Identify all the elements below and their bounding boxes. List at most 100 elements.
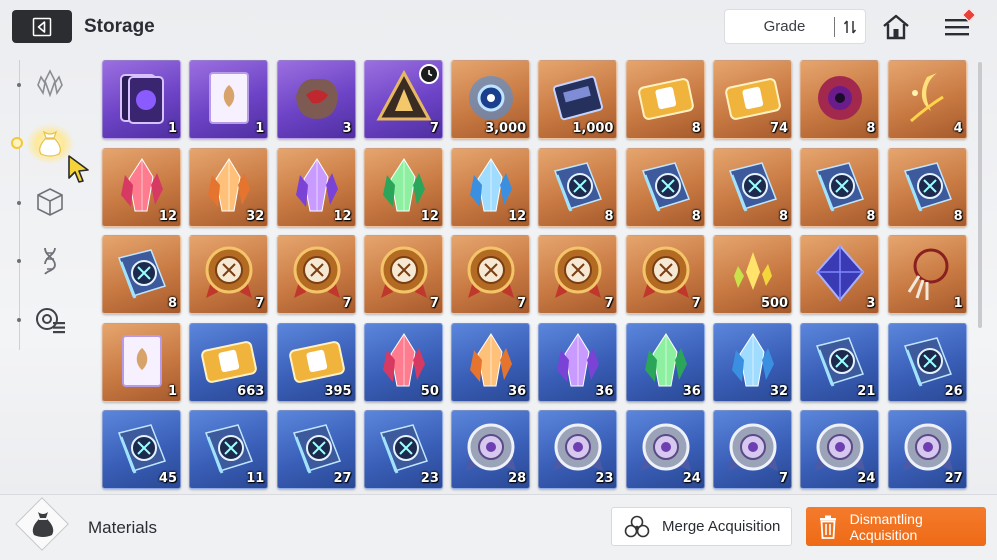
item-slot[interactable]: 45 bbox=[102, 410, 181, 489]
item-quantity: 12 bbox=[508, 208, 527, 224]
green-crystal-icon bbox=[635, 330, 697, 392]
item-slot[interactable]: 36 bbox=[538, 322, 618, 402]
item-slot[interactable]: 27 bbox=[276, 410, 356, 489]
sidebar-item-crystals[interactable] bbox=[31, 64, 69, 102]
item-slot[interactable]: 24 bbox=[800, 410, 880, 489]
item-slot[interactable]: 4 bbox=[887, 60, 967, 139]
item-slot[interactable]: 7 bbox=[189, 235, 269, 314]
silver-medal-icon bbox=[460, 417, 522, 479]
skill-book-icon bbox=[373, 417, 435, 479]
item-slot[interactable]: 23 bbox=[538, 410, 618, 489]
item-slot[interactable]: 74 bbox=[713, 60, 793, 139]
green-crystal-icon bbox=[373, 155, 435, 217]
item-slot[interactable]: 7 bbox=[363, 235, 443, 314]
sidebar-item-equipment[interactable] bbox=[31, 301, 69, 339]
item-slot[interactable]: 28 bbox=[451, 410, 531, 489]
grade-sort-button[interactable]: Grade bbox=[724, 9, 866, 44]
item-slot[interactable]: 32 bbox=[189, 147, 269, 227]
item-slot[interactable]: 7 bbox=[713, 410, 793, 489]
sidebar-item-cubes[interactable] bbox=[31, 183, 69, 221]
menu-button[interactable] bbox=[940, 7, 977, 44]
grade-sort-label: Grade bbox=[763, 18, 806, 35]
item-slot[interactable]: 36 bbox=[451, 322, 531, 402]
item-slot[interactable]: 8 bbox=[538, 147, 618, 227]
item-quantity: 28 bbox=[508, 471, 527, 486]
item-slot[interactable]: 12 bbox=[276, 147, 356, 227]
item-quantity: 7 bbox=[429, 296, 439, 311]
item-slot[interactable]: 8 bbox=[625, 147, 705, 227]
dismantling-acquisition-button[interactable]: Dismantling Acquisition bbox=[806, 507, 986, 546]
item-slot[interactable]: 8 bbox=[800, 60, 880, 139]
item-slot[interactable]: 8 bbox=[102, 235, 181, 314]
item-quantity: 8 bbox=[167, 296, 177, 311]
red-crystal-icon bbox=[373, 330, 435, 392]
medal-icon bbox=[635, 242, 697, 304]
home-button[interactable] bbox=[880, 11, 912, 43]
item-slot[interactable]: 663 bbox=[189, 322, 269, 402]
trash-icon bbox=[806, 515, 850, 539]
item-slot[interactable]: 1 bbox=[102, 60, 181, 139]
dismantling-acquisition-label: Dismantling Acquisition bbox=[849, 510, 923, 543]
item-quantity: 12 bbox=[158, 208, 177, 224]
item-slot[interactable]: 7 bbox=[451, 235, 531, 314]
item-slot[interactable]: 50 bbox=[363, 322, 443, 402]
sidebar-item-genes[interactable] bbox=[31, 242, 69, 280]
clock-icon bbox=[418, 64, 439, 84]
manual-icon bbox=[111, 330, 173, 392]
item-slot[interactable]: 32 bbox=[713, 322, 793, 402]
item-slot[interactable]: 26 bbox=[887, 322, 967, 402]
item-slot[interactable]: 1,000 bbox=[538, 60, 618, 139]
item-slot[interactable]: 1 bbox=[189, 60, 269, 139]
orange-crystal-icon bbox=[198, 155, 260, 217]
item-quantity: 1 bbox=[255, 121, 265, 136]
item-slot[interactable]: 1 bbox=[102, 322, 181, 402]
item-slot[interactable]: 12 bbox=[451, 147, 531, 227]
item-slot[interactable]: 7 bbox=[363, 60, 443, 139]
sidebar-track bbox=[19, 60, 20, 350]
item-slot[interactable]: 1 bbox=[887, 235, 967, 314]
item-quantity: 23 bbox=[595, 471, 614, 486]
silver-medal-icon bbox=[897, 417, 959, 479]
merge-acquisition-button[interactable]: Merge Acquisition bbox=[611, 507, 792, 546]
item-quantity: 8 bbox=[953, 208, 963, 224]
item-slot[interactable]: 12 bbox=[363, 147, 443, 227]
sort-order-icon[interactable] bbox=[835, 19, 865, 35]
item-slot[interactable]: 500 bbox=[713, 235, 793, 314]
skill-book-icon bbox=[809, 330, 871, 392]
item-slot[interactable]: 8 bbox=[800, 147, 880, 227]
item-slot[interactable]: 36 bbox=[625, 322, 705, 402]
item-slot[interactable]: 11 bbox=[189, 410, 269, 489]
sidebar-item-materials[interactable] bbox=[31, 124, 69, 162]
item-slot[interactable]: 3 bbox=[276, 60, 356, 139]
crystal-icon bbox=[37, 69, 63, 98]
item-slot[interactable]: 7 bbox=[625, 235, 705, 314]
item-slot[interactable]: 24 bbox=[625, 410, 705, 489]
item-slot[interactable]: 3,000 bbox=[451, 60, 531, 139]
back-button[interactable] bbox=[12, 10, 72, 43]
item-slot[interactable]: 7 bbox=[276, 235, 356, 314]
item-quantity: 24 bbox=[682, 471, 701, 486]
item-slot[interactable]: 12 bbox=[102, 147, 181, 227]
grid-scrollbar[interactable] bbox=[978, 62, 982, 328]
orange-crystal-icon bbox=[460, 330, 522, 392]
item-slot[interactable]: 21 bbox=[800, 322, 880, 402]
item-quantity: 3,000 bbox=[485, 121, 527, 136]
item-quantity: 32 bbox=[246, 208, 265, 224]
item-slot[interactable]: 7 bbox=[538, 235, 618, 314]
item-slot[interactable]: 23 bbox=[363, 410, 443, 489]
item-slot[interactable]: 8 bbox=[625, 60, 705, 139]
item-quantity: 7 bbox=[691, 296, 701, 311]
item-slot[interactable]: 395 bbox=[276, 322, 356, 402]
item-slot[interactable]: 8 bbox=[887, 147, 967, 227]
item-slot[interactable]: 3 bbox=[800, 235, 880, 314]
silver-medal-icon bbox=[722, 417, 784, 479]
sidebar-dot bbox=[17, 259, 21, 263]
item-quantity: 74 bbox=[769, 121, 789, 136]
item-slot[interactable]: 8 bbox=[713, 147, 793, 227]
skill-book-icon bbox=[198, 417, 260, 479]
purple-crystal-icon bbox=[286, 155, 348, 217]
item-quantity: 27 bbox=[333, 471, 352, 486]
medal-icon bbox=[547, 242, 609, 304]
item-slot[interactable]: 27 bbox=[887, 410, 967, 489]
chip-icon bbox=[547, 67, 609, 129]
